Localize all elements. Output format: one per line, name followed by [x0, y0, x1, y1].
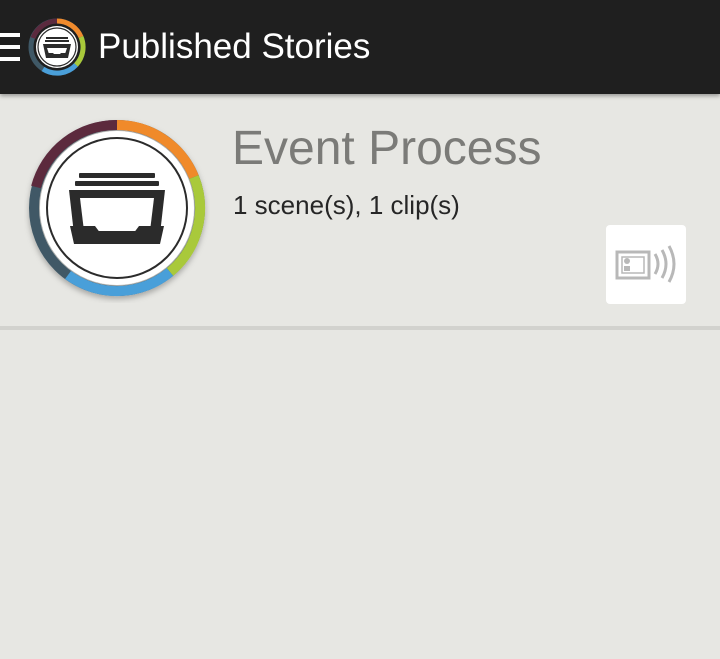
story-list-item[interactable]: Event Process 1 scene(s), 1 clip(s) [0, 94, 720, 326]
present-story-button[interactable] [606, 225, 686, 304]
page-title: Published Stories [98, 27, 371, 66]
story-meta: 1 scene(s), 1 clip(s) [233, 190, 460, 220]
story-archive-icon [29, 119, 206, 297]
empty-list-area [0, 330, 720, 659]
story-title: Event Process [232, 122, 542, 175]
present-slideshow-icon [615, 245, 676, 283]
action-bar: Published Stories [0, 0, 720, 94]
app-logo-icon[interactable] [28, 18, 86, 76]
hamburger-menu-icon[interactable] [0, 33, 20, 63]
